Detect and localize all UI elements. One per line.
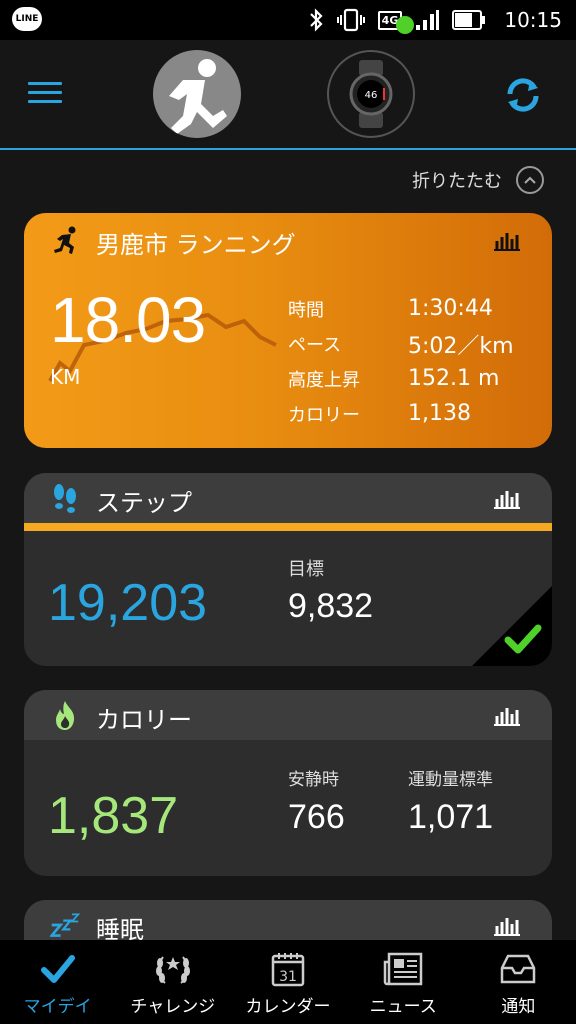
active-label: 運動量標準 [408,770,493,790]
sync-button[interactable] [500,72,546,118]
bluetooth-icon [309,8,323,32]
check-icon [38,950,78,988]
nav-label: マイデイ [23,997,92,1017]
runner-avatar-icon [169,59,227,134]
connected-indicator [396,16,414,34]
running-activity-card[interactable]: 男鹿市 ランニング 18.03 KM 時間 1:30:44 ペース 5:02／k… [24,213,552,448]
steps-progress-bar [24,523,552,531]
stat-row-calories: カロリー 1,138 [288,396,514,431]
line-app-icon: LINE [12,7,42,31]
activity-title: 男鹿市 ランニング [96,231,296,259]
resting-label: 安静時 [288,770,339,790]
calendar-icon: 31 [268,950,308,988]
distance-value: 18.03 [50,284,206,356]
flame-icon [56,701,75,730]
stat-label: カロリー [288,404,360,426]
inbox-icon [498,950,538,988]
status-bar: LINE 4G 10:15 [0,0,576,40]
bar-chart-icon[interactable] [494,914,520,936]
steps-card[interactable]: ステップ 19,203 目標 9,832 [24,473,552,666]
active-value: 1,071 [408,798,494,836]
signal-icon [416,10,440,30]
activity-stats: 時間 1:30:44 ペース 5:02／km 高度上昇 152.1 m カロリー… [288,291,514,431]
laurel-icon [153,950,193,988]
sync-icon [507,78,539,112]
stat-value: 1:30:44 [408,296,493,321]
device-watch[interactable]: 46 [327,50,415,138]
vibrate-icon [336,8,365,32]
goal-label: 目標 [288,559,324,580]
footprints-icon [54,484,76,513]
calories-card[interactable]: カロリー 1,837 安静時 766 運動量標準 1,071 [24,690,552,876]
nav-my-day[interactable]: マイデイ [0,940,115,1024]
bottom-navigation: マイデイ チャレンジ 31 カレンダー ニュース 通知 [0,940,576,1024]
battery-icon [452,10,486,30]
steps-count: 19,203 [48,574,208,632]
watch-icon: 46 [349,60,393,128]
bar-chart-icon[interactable] [494,229,520,251]
nav-label: チャレンジ [130,997,216,1017]
nav-label: カレンダー [245,997,331,1017]
collapse-label: 折りたたむ [412,171,502,192]
menu-icon [28,82,62,85]
calories-title: カロリー [96,706,192,734]
stat-label: 高度上昇 [288,369,360,391]
calories-total: 1,837 [48,787,179,845]
profile-avatar[interactable] [153,50,241,138]
running-icon [54,226,76,254]
nav-calendar[interactable]: 31 カレンダー [230,940,345,1024]
newspaper-icon [383,950,423,988]
goal-value: 9,832 [288,587,374,625]
goal-achieved-check-icon [472,586,552,666]
stat-row-pace: ペース 5:02／km [288,326,514,361]
nav-news[interactable]: ニュース [346,940,461,1024]
distance-unit: KM [50,365,81,389]
stat-label: ペース [288,334,342,356]
svg-text:46: 46 [365,90,378,101]
menu-button[interactable] [28,82,62,108]
bar-chart-icon[interactable] [494,704,520,726]
stat-value: 1,138 [408,401,471,426]
app-header: 46 [0,40,576,148]
bar-chart-icon[interactable] [494,487,520,509]
collapse-toggle[interactable]: 折りたたむ [412,165,544,195]
stat-row-elevation: 高度上昇 152.1 m [288,361,514,396]
stat-row-time: 時間 1:30:44 [288,291,514,326]
nav-challenges[interactable]: チャレンジ [115,940,230,1024]
nav-label: ニュース [369,997,437,1017]
chevron-up-icon [516,166,544,194]
nav-label: 通知 [501,997,536,1017]
stat-label: 時間 [288,299,324,321]
resting-value: 766 [288,798,345,836]
sleep-zzz-icon [50,913,80,937]
header-divider [0,148,576,150]
stat-value: 5:02／km [408,333,514,359]
stat-value: 152.1 m [408,366,500,391]
clock: 10:15 [504,8,562,32]
steps-title: ステップ [96,489,192,517]
svg-text:31: 31 [279,969,297,985]
nav-notifications[interactable]: 通知 [461,940,576,1024]
